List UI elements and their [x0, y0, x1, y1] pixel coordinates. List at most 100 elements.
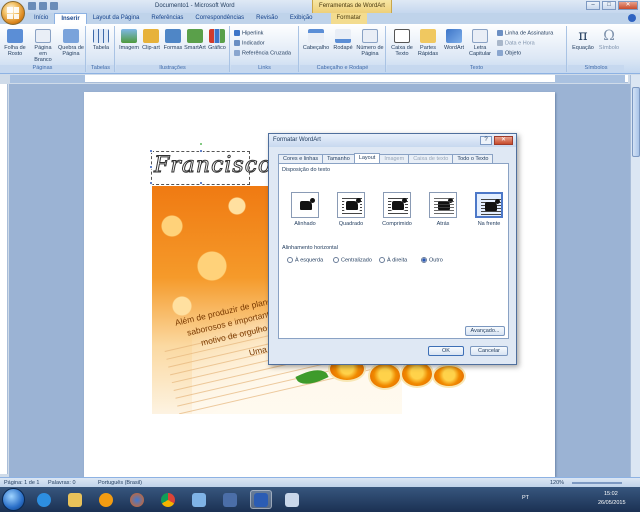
align-right-radio[interactable]: À direita [379, 257, 407, 263]
taskbar-ie[interactable] [33, 490, 55, 509]
wrap-tight-option[interactable]: Comprimido [379, 192, 415, 227]
folder-icon [68, 492, 82, 507]
tab-correspondencias[interactable]: Correspondências [189, 13, 250, 24]
object-button[interactable]: Objeto [497, 50, 521, 56]
page-count[interactable]: Página: 1 de 1 [4, 480, 39, 486]
chart-button[interactable]: Gráfico [206, 29, 228, 51]
page-number-button[interactable]: Número de Página [356, 29, 384, 57]
help-icon[interactable] [628, 14, 636, 22]
language-tray[interactable]: PT [522, 495, 529, 501]
hyperlink-button[interactable]: Hiperlink [234, 30, 263, 36]
taskbar-app2[interactable] [219, 490, 241, 509]
signature-line-button[interactable]: Linha de Assinatura [497, 30, 553, 36]
zoom-level[interactable]: 120% [550, 480, 564, 486]
cross-reference-button[interactable]: Referência Cruzada [234, 50, 291, 56]
tab-todo-texto[interactable]: Todo o Texto [452, 154, 494, 163]
tab-exibicao[interactable]: Exibição [284, 13, 319, 24]
wrap-infront-option[interactable]: Na frente [471, 192, 507, 227]
tab-inicio[interactable]: Início [28, 13, 54, 24]
dialog-help-button[interactable]: ? [480, 136, 492, 145]
resize-handle[interactable] [149, 149, 153, 153]
footer-button[interactable]: Rodapé [330, 29, 356, 51]
vertical-ruler[interactable] [0, 84, 8, 474]
resize-handle[interactable] [199, 181, 203, 185]
wordart-text: Francisco [153, 153, 273, 179]
align-section-label: Alinhamento horizontal [282, 245, 338, 251]
zoom-slider[interactable] [572, 482, 622, 484]
dialog-title-bar[interactable]: Formatar WordArt ? ✕ [269, 134, 516, 147]
redo-icon[interactable] [50, 2, 58, 10]
dialog-tabs: Cores e linhas Tamanho Layout Imagem Cai… [278, 153, 494, 163]
tab-layout[interactable]: Layout da Página [87, 13, 146, 24]
office-button[interactable] [1, 1, 25, 25]
tab-referencias[interactable]: Referências [145, 13, 189, 24]
align-center-radio[interactable]: Centralizado [333, 257, 372, 263]
vertical-scrollbar[interactable] [630, 75, 640, 477]
scroll-thumb[interactable] [632, 87, 640, 157]
dialog-close-button[interactable]: ✕ [494, 136, 513, 145]
rotate-handle[interactable] [199, 142, 203, 146]
tab-revisao[interactable]: Revisão [250, 13, 284, 24]
smartart-button[interactable]: SmartArt [184, 29, 206, 51]
tab-inserir[interactable]: Inserir [54, 13, 87, 24]
resize-handle[interactable] [199, 149, 203, 153]
taskbar-chrome[interactable] [157, 490, 179, 509]
date-time-button[interactable]: Data e Hora [497, 40, 535, 46]
tight-wrap-icon [392, 198, 407, 210]
align-other-radio[interactable]: Outro [421, 257, 443, 263]
language-indicator[interactable]: Português (Brasil) [98, 480, 142, 486]
tab-layout-dialog[interactable]: Layout [353, 153, 381, 163]
tab-cores-linhas[interactable]: Cores e linhas [278, 154, 324, 163]
taskbar-paint[interactable] [281, 490, 303, 509]
equation-button[interactable]: π Equação [570, 29, 596, 51]
taskbar-explorer[interactable] [64, 490, 86, 509]
resize-handle[interactable] [149, 181, 153, 185]
taskbar-firefox[interactable] [126, 490, 148, 509]
quick-parts-button[interactable]: Partes Rápidas [415, 29, 441, 57]
wordart-button[interactable]: WordArt [441, 29, 467, 51]
taskbar-word[interactable] [250, 490, 272, 509]
close-button[interactable]: ✕ [618, 1, 638, 10]
office-logo-icon [7, 7, 19, 19]
shapes-button[interactable]: Formas [162, 29, 184, 51]
clipart-button[interactable]: Clip-art [140, 29, 162, 51]
text-box-button[interactable]: Caixa de Texto [389, 29, 415, 57]
page-break-button[interactable]: Quebra de Página [58, 29, 84, 57]
clock-date[interactable]: 26/05/2015 [598, 500, 626, 506]
wrap-behind-option[interactable]: Atrás [425, 192, 461, 227]
resize-handle[interactable] [149, 165, 153, 169]
cover-page-button[interactable]: Folha de Rosto [2, 29, 28, 57]
tab-tamanho[interactable]: Tamanho [322, 154, 355, 163]
drop-cap-button[interactable]: Letra Capitular [467, 29, 493, 57]
wrap-inline-option[interactable]: Alinhado [287, 192, 323, 227]
wrap-square-option[interactable]: Quadrado [333, 192, 369, 227]
cancel-button[interactable]: Cancelar [470, 346, 508, 356]
clock-time[interactable]: 15:02 [604, 491, 618, 497]
taskbar-media[interactable] [95, 490, 117, 509]
word-count[interactable]: Palavras: 0 [48, 480, 76, 486]
wordart-object[interactable]: Francisco [149, 142, 272, 185]
minimize-button[interactable]: – [586, 1, 600, 10]
system-tray: PT 15:02 26/05/2015 [518, 489, 638, 510]
bookmark-button[interactable]: Indicador [234, 40, 265, 46]
word-icon [254, 492, 268, 507]
header-button[interactable]: Cabeçalho [302, 29, 330, 51]
tab-formatar[interactable]: Formatar [330, 13, 367, 24]
undo-icon[interactable] [39, 2, 47, 10]
horizontal-ruler[interactable] [10, 75, 628, 83]
blank-page-button[interactable]: Página em Branco [30, 29, 56, 63]
start-button[interactable] [2, 488, 25, 511]
advanced-button[interactable]: Avançado... [465, 326, 505, 336]
table-button[interactable]: Tabela [89, 29, 113, 51]
shapes-icon [165, 29, 181, 43]
picture-button[interactable]: Imagem [118, 29, 140, 51]
taskbar-app[interactable] [188, 490, 210, 509]
maximize-button[interactable]: □ [602, 1, 616, 10]
picture-icon [121, 29, 137, 43]
symbol-button[interactable]: Ω Símbolo [596, 29, 622, 51]
ok-button[interactable]: OK [428, 346, 464, 356]
save-icon[interactable] [28, 2, 36, 10]
blank-page-icon [35, 29, 51, 43]
align-left-radio[interactable]: À esquerda [287, 257, 323, 263]
ribbon-tabs: Início Inserir Layout da Página Referênc… [0, 13, 640, 24]
